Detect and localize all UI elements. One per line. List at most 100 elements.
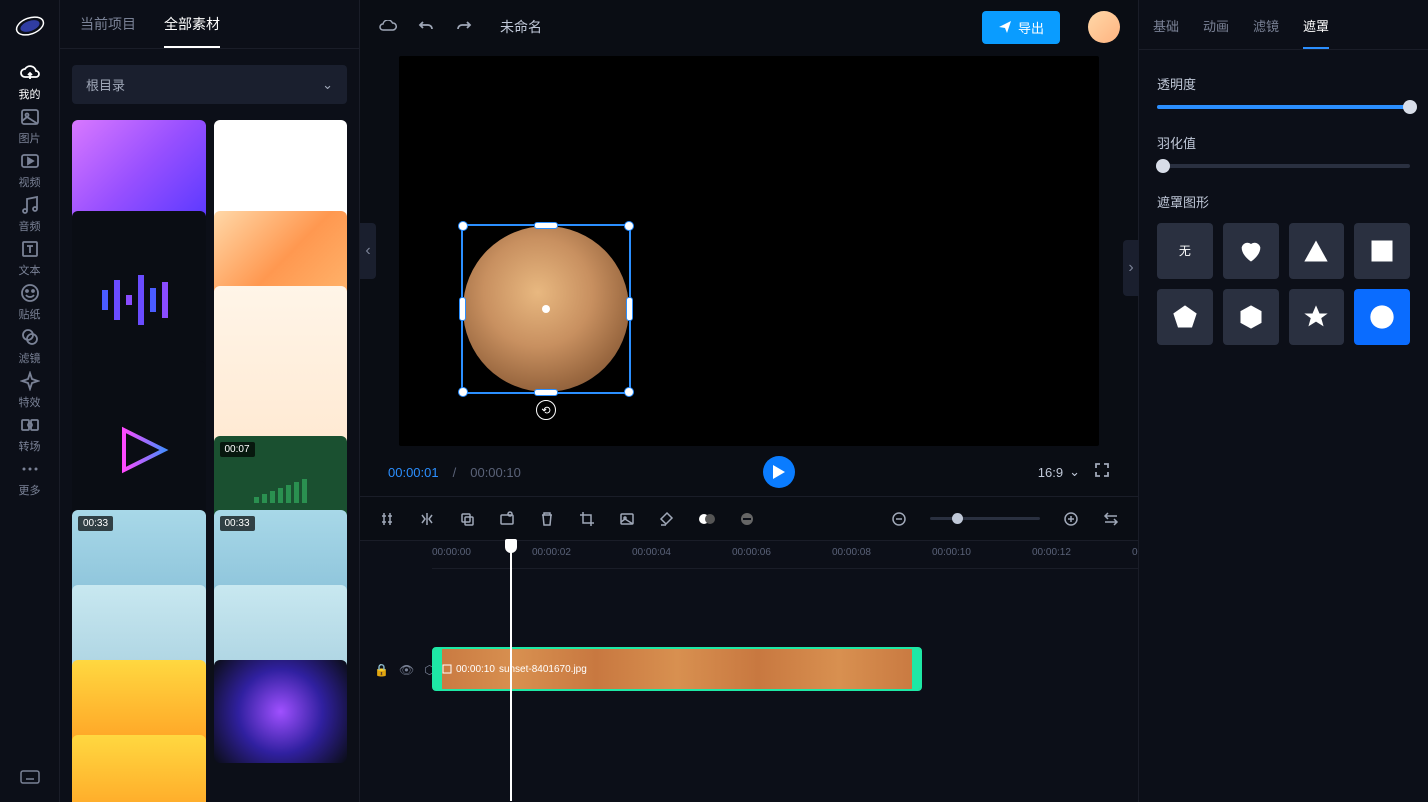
sticker-icon <box>19 282 41 304</box>
clip-trim-left[interactable] <box>434 649 442 689</box>
image-icon <box>19 106 41 128</box>
resize-handle-r[interactable] <box>626 297 633 321</box>
asset-duration: 00:33 <box>220 516 255 531</box>
rail-sparkle[interactable]: 特效 <box>19 370 41 410</box>
mask-shape-star[interactable] <box>1289 289 1345 345</box>
resize-handle-l[interactable] <box>459 297 466 321</box>
collapse-left-panel[interactable]: ‹ <box>360 223 376 279</box>
mask-shape-无[interactable]: 无 <box>1157 223 1213 279</box>
timeline-ruler[interactable]: 00:00:0000:00:0200:00:0400:00:0600:00:08… <box>432 541 1138 569</box>
feather-thumb[interactable] <box>1156 159 1170 173</box>
color-icon[interactable] <box>658 510 676 528</box>
tab-basic[interactable]: 基础 <box>1153 16 1179 49</box>
mask-shape-triangle[interactable] <box>1289 223 1345 279</box>
resize-handle-bl[interactable] <box>458 387 468 397</box>
asset-item[interactable] <box>72 120 206 223</box>
app-logo <box>12 8 48 44</box>
time-separator: / <box>453 465 457 480</box>
fullscreen-icon[interactable] <box>1094 462 1110 483</box>
mirror-icon[interactable] <box>418 510 436 528</box>
asset-item[interactable] <box>214 120 348 223</box>
redo-icon[interactable] <box>454 17 474 37</box>
tab-current-project[interactable]: 当前项目 <box>80 14 136 48</box>
clip-name: sunset-8401670.jpg <box>499 664 587 675</box>
mask-shape-pentagon[interactable] <box>1157 289 1213 345</box>
mask-shape-square[interactable] <box>1354 223 1410 279</box>
resize-handle-tl[interactable] <box>458 221 468 231</box>
tab-filter[interactable]: 滤镜 <box>1253 16 1279 49</box>
zoom-out-icon[interactable] <box>890 510 908 528</box>
user-avatar[interactable] <box>1088 11 1120 43</box>
selection-box[interactable]: ⟲ <box>461 224 631 394</box>
zoom-in-icon[interactable] <box>1062 510 1080 528</box>
asset-item[interactable] <box>214 660 348 763</box>
resize-handle-tr[interactable] <box>624 221 634 231</box>
aspect-ratio-selector[interactable]: 16:9⌄ <box>1038 464 1080 480</box>
undo-icon[interactable] <box>416 17 436 37</box>
clip-trim-right[interactable] <box>912 649 920 689</box>
properties-panel: › 基础 动画 滤镜 遮罩 透明度 羽化值 遮罩图形 <box>1138 0 1428 802</box>
cloud-sync-icon[interactable] <box>378 17 398 37</box>
asset-item[interactable] <box>72 735 206 802</box>
delete-icon[interactable] <box>538 510 556 528</box>
split-icon[interactable] <box>378 510 396 528</box>
freeze-icon[interactable] <box>498 510 516 528</box>
rail-sticker[interactable]: 贴纸 <box>19 282 41 322</box>
rail-more[interactable]: 更多 <box>19 458 41 498</box>
rail-video[interactable]: 视频 <box>19 150 41 190</box>
resize-handle-b[interactable] <box>534 389 558 396</box>
copy-icon[interactable] <box>458 510 476 528</box>
rotate-handle[interactable]: ⟲ <box>536 400 556 420</box>
rail-text[interactable]: 文本 <box>19 238 41 278</box>
center-area: 未命名 导出 ‹ ⟲ <box>360 0 1138 802</box>
tab-all-assets[interactable]: 全部素材 <box>164 14 220 48</box>
resize-handle-br[interactable] <box>624 387 634 397</box>
feather-label: 羽化值 <box>1157 133 1410 152</box>
rail-transition[interactable]: 转场 <box>19 414 41 454</box>
mask-shape-circle[interactable] <box>1354 289 1410 345</box>
visibility-icon[interactable]: 👁 <box>399 663 414 677</box>
document-title[interactable]: 未命名 <box>500 17 542 37</box>
rail-cloud-upload[interactable]: 我的 <box>19 62 41 102</box>
play-button[interactable] <box>763 456 795 488</box>
tab-mask[interactable]: 遮罩 <box>1303 16 1329 49</box>
sparkle-icon <box>19 370 41 392</box>
tab-animation[interactable]: 动画 <box>1203 16 1229 49</box>
preview-canvas[interactable]: ⟲ <box>399 56 1099 446</box>
timeline-tracks[interactable]: 🔒 👁 ⬡ 00:00:10 sunset-8401670.jpg <box>360 569 1138 802</box>
fit-icon[interactable] <box>1102 510 1120 528</box>
masked-content <box>463 226 629 392</box>
zoom-slider[interactable] <box>930 517 1040 520</box>
zoom-thumb[interactable] <box>952 513 963 524</box>
timeline-toolbar <box>360 496 1138 540</box>
resize-handle-t[interactable] <box>534 222 558 229</box>
rail-music[interactable]: 音频 <box>19 194 41 234</box>
crop-icon[interactable] <box>578 510 596 528</box>
opacity-slider[interactable] <box>1157 105 1410 109</box>
feather-slider[interactable] <box>1157 164 1410 168</box>
mask-shape-heart[interactable] <box>1223 223 1279 279</box>
rail-filter[interactable]: 滤镜 <box>19 326 41 366</box>
video-icon <box>19 150 41 172</box>
folder-dropdown[interactable]: 根目录 ⌄ <box>72 65 347 104</box>
lock-icon[interactable]: 🔒 <box>374 663 389 677</box>
picture-icon[interactable] <box>618 510 636 528</box>
opacity-thumb[interactable] <box>1403 100 1417 114</box>
timeline-clip[interactable]: 00:00:10 sunset-8401670.jpg <box>432 647 922 691</box>
remove-icon[interactable] <box>738 510 756 528</box>
playhead[interactable] <box>510 541 512 801</box>
top-bar: 未命名 导出 <box>360 0 1138 54</box>
asset-grid: 00:0700:3300:33 <box>60 120 359 802</box>
preview-area: ‹ ⟲ <box>360 54 1138 448</box>
mask-shape-hexagon[interactable] <box>1223 289 1279 345</box>
export-button[interactable]: 导出 <box>982 11 1060 44</box>
asset-duration: 00:07 <box>220 442 255 457</box>
collapse-right-panel[interactable]: › <box>1123 240 1139 296</box>
mask-shape-label: 遮罩图形 <box>1157 192 1410 211</box>
shape-grid: 无 <box>1157 223 1410 345</box>
rail-image[interactable]: 图片 <box>19 106 41 146</box>
left-nav-rail: 我的图片视频音频文本贴纸滤镜特效转场更多 <box>0 0 60 802</box>
keyboard-icon[interactable] <box>19 766 41 788</box>
opacity-icon[interactable] <box>698 510 716 528</box>
time-current: 00:00:01 <box>388 465 439 480</box>
